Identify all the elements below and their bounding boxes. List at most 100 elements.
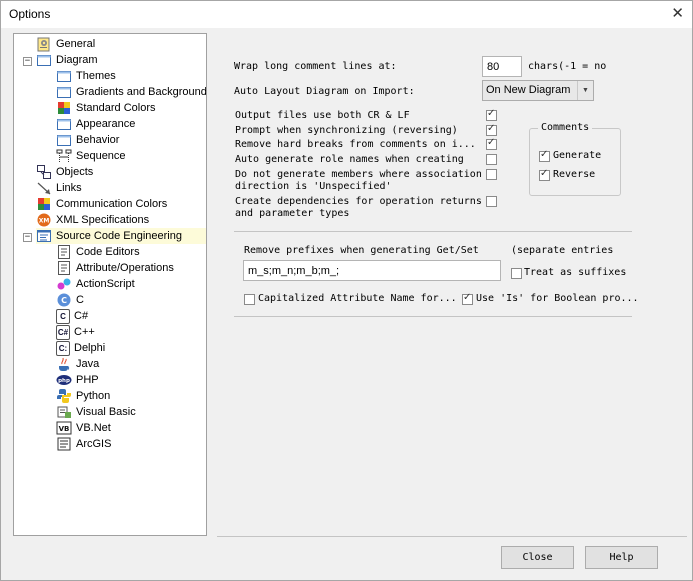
tree-item-csharp[interactable]: C C# (56, 308, 88, 324)
objects-icon (36, 164, 52, 180)
tree-item-label: VB.Net (76, 422, 111, 434)
help-button[interactable]: Help (585, 546, 658, 569)
separator (234, 231, 632, 232)
options-dialog: Options ✕ − − General Diagram Themes Gra… (0, 0, 693, 581)
no-unspecified-members-checkbox[interactable] (486, 169, 497, 180)
tree-item-c[interactable]: C C (56, 292, 84, 308)
tree-item-java[interactable]: Java (56, 356, 99, 372)
tree-item-label: Appearance (76, 118, 136, 130)
tree-item-label: XML Specifications (56, 214, 150, 226)
reverse-label: Reverse (553, 169, 596, 180)
option-label-line2: and parameter types (235, 208, 350, 219)
auto-layout-value: On New Diagram (486, 84, 571, 96)
prompt-sync-checkbox[interactable] (486, 123, 497, 136)
csharp-icon: C (56, 308, 70, 324)
tree-item-label: ActionScript (76, 278, 135, 290)
treat-as-suffixes-label: Treat as suffixes (524, 267, 627, 278)
behavior-icon (56, 132, 72, 148)
auto-role-names-checkbox[interactable] (486, 154, 497, 165)
prefixes-input[interactable] (243, 260, 501, 281)
tree-item-communication-colors[interactable]: Communication Colors (36, 196, 167, 212)
arcgis-icon (56, 436, 72, 452)
option-label: Remove hard breaks from comments on i... (235, 139, 476, 150)
tree-item-general[interactable]: General (36, 36, 95, 52)
tree-item-xml-specifications[interactable]: XM XML Specifications (36, 212, 149, 228)
treat-as-suffixes-checkbox[interactable] (511, 268, 522, 279)
python-icon (56, 388, 72, 404)
tree-item-links[interactable]: Links (36, 180, 82, 196)
remove-hard-breaks-checkbox[interactable] (486, 137, 497, 150)
code-editor-icon (56, 244, 72, 260)
tree-item-appearance[interactable]: Appearance (56, 116, 135, 132)
tree-item-arcgis[interactable]: ArcGIS (56, 436, 111, 452)
create-dependencies-checkbox[interactable] (486, 196, 497, 207)
tree-item-label: Links (56, 182, 82, 194)
tree-item-source-code-engineering[interactable]: Source Code Engineering (36, 228, 206, 244)
tree-item-visual-basic[interactable]: Visual Basic (56, 404, 136, 420)
tree-item-delphi[interactable]: C: Delphi (56, 340, 105, 356)
close-button-label: Close (522, 552, 553, 563)
tree-item-vbnet[interactable]: VB VB.Net (56, 420, 111, 436)
tree-item-actionscript[interactable]: ActionScript (56, 276, 135, 292)
wrap-label: Wrap long comment lines at: (234, 61, 397, 72)
c-language-icon: C (56, 292, 72, 308)
option-label: Auto generate role names when creating (235, 154, 464, 165)
general-options-icon (36, 36, 52, 52)
tree-item-behavior[interactable]: Behavior (56, 132, 119, 148)
generate-comments-checkbox[interactable] (539, 149, 550, 162)
auto-layout-select[interactable]: On New Diagram ▼ (482, 80, 594, 101)
tree-item-themes[interactable]: Themes (56, 68, 116, 84)
svg-text:php: php (58, 378, 70, 384)
reverse-comments-checkbox[interactable] (539, 168, 550, 181)
attribute-operations-icon (56, 260, 72, 276)
gradients-icon (56, 84, 72, 100)
tree-item-label: C# (74, 310, 89, 322)
options-tree: − − General Diagram Themes Gradients and… (13, 33, 207, 536)
option-label-line2: direction is 'Unspecified' (235, 181, 392, 192)
tree-item-cpp[interactable]: C# C++ (56, 324, 95, 340)
use-is-boolean-checkbox[interactable] (462, 292, 473, 305)
tree-item-label: PHP (76, 374, 99, 386)
use-is-boolean-label: Use 'Is' for Boolean pro... (476, 293, 639, 304)
tree-item-label: Source Code Engineering (56, 230, 182, 242)
capitalized-attribute-checkbox[interactable] (244, 294, 255, 305)
visual-basic-icon (56, 404, 72, 420)
tree-item-gradients[interactable]: Gradients and Background (56, 84, 207, 100)
close-button[interactable]: Close (501, 546, 574, 569)
option-label: Create dependencies for operation return… (235, 196, 482, 207)
output-crlf-checkbox[interactable] (486, 108, 497, 121)
capitalized-attribute-label: Capitalized Attribute Name for... (258, 293, 457, 304)
tree-item-label: Visual Basic (76, 406, 136, 418)
prefixes-label: Remove prefixes when generating Get/Set (244, 245, 479, 256)
tree-item-standard-colors[interactable]: Standard Colors (56, 100, 156, 116)
wrap-width-input[interactable] (482, 56, 522, 77)
tree-item-label: Gradients and Background (76, 86, 207, 98)
footer-separator (217, 536, 687, 537)
window-title: Options (9, 7, 51, 21)
option-label: Output files use both CR & LF (235, 110, 410, 121)
php-icon: php (56, 372, 72, 388)
tree-item-sequence[interactable]: Sequence (56, 148, 126, 164)
tree-item-label: Objects (56, 166, 94, 178)
tree-item-php[interactable]: php PHP (56, 372, 99, 388)
tree-item-label: Attribute/Operations (76, 262, 174, 274)
sequence-diagram-icon (56, 148, 72, 164)
tree-item-objects[interactable]: Objects (36, 164, 93, 180)
wrap-suffix: chars(-1 = no (528, 61, 607, 72)
comments-group-title: Comments (538, 122, 593, 133)
tree-item-python[interactable]: Python (56, 388, 110, 404)
tree-item-label: Behavior (76, 134, 120, 146)
close-window-icon[interactable]: ✕ (671, 4, 684, 22)
java-icon (56, 356, 72, 372)
collapse-diagram-toggle[interactable]: − (23, 57, 32, 66)
tree-item-code-editors[interactable]: Code Editors (56, 244, 140, 260)
tree-item-attribute-operations[interactable]: Attribute/Operations (56, 260, 174, 276)
svg-text:C: C (61, 296, 67, 305)
tree-item-label: Delphi (74, 342, 106, 354)
tree-item-label: ArcGIS (76, 438, 112, 450)
generate-label: Generate (553, 150, 602, 161)
collapse-sce-toggle[interactable]: − (23, 233, 32, 242)
color-palette-icon (36, 196, 52, 212)
tree-item-diagram[interactable]: Diagram (36, 52, 98, 68)
themes-icon (56, 68, 72, 84)
